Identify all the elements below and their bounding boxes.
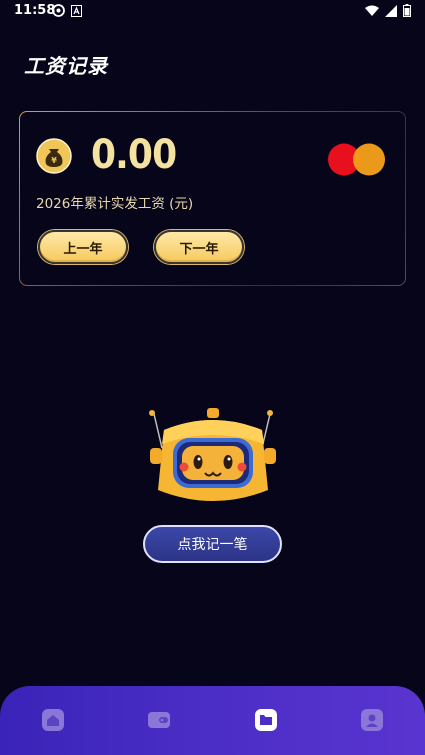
status-right-icons	[365, 4, 411, 17]
add-record-button[interactable]: 点我记一笔	[143, 525, 282, 563]
a-icon	[71, 4, 82, 17]
next-year-button[interactable]: 下一年	[154, 230, 244, 264]
status-left-icons	[52, 4, 82, 17]
money-bag-symbol: ¥	[51, 156, 57, 165]
home-icon	[42, 709, 64, 731]
nav-profile[interactable]	[358, 706, 386, 734]
profile-icon	[361, 709, 383, 731]
sync-icon	[52, 4, 65, 17]
status-bar: 11:58	[0, 0, 425, 24]
card-brand-logo	[328, 143, 385, 176]
amount-label: 2026年累计实发工资 (元)	[36, 196, 194, 212]
nav-home[interactable]	[39, 706, 67, 734]
battery-icon	[403, 4, 411, 17]
signal-icon	[385, 4, 397, 17]
bottom-navigation	[0, 686, 425, 755]
page-title: 工资记录	[24, 54, 108, 78]
folder-icon	[255, 709, 277, 731]
wifi-icon	[365, 5, 379, 16]
nav-records[interactable]	[252, 706, 280, 734]
money-bag-icon: ¥	[36, 138, 72, 174]
salary-summary-card: ¥ 0.00 2026年累计实发工资 (元) 上一年 下一年	[19, 111, 406, 286]
wallet-icon	[148, 712, 170, 728]
robot-mascot-illustration	[149, 408, 276, 501]
previous-year-button[interactable]: 上一年	[38, 230, 128, 264]
app-screen: 11:58 工资记录 ¥ 0.00 2026年累计实发工资 (元) 上一年 下一…	[0, 0, 425, 755]
status-time: 11:58	[14, 3, 56, 18]
nav-wallet[interactable]	[145, 706, 173, 734]
total-amount: 0.00	[91, 132, 177, 178]
